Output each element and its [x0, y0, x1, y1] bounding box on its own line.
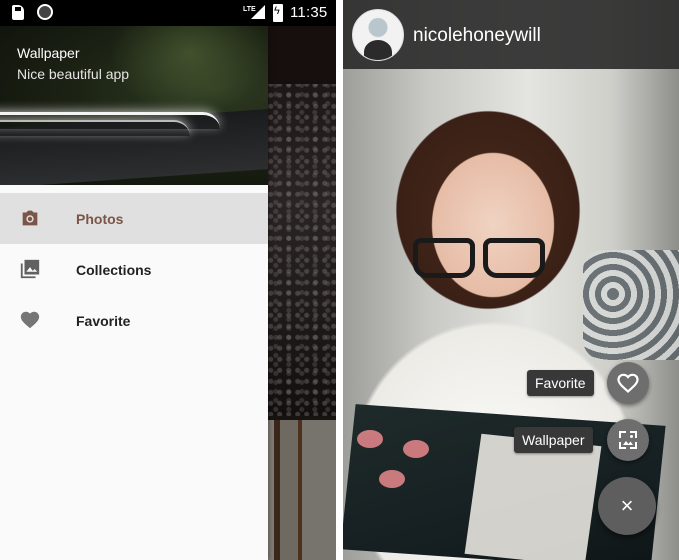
photo-book-flower: [403, 440, 429, 458]
favorite-fab-label: Favorite: [527, 370, 594, 396]
status-time: 11:35: [290, 4, 328, 21]
drawer-item-photos[interactable]: Photos: [0, 193, 268, 244]
heart-outline-icon: [617, 373, 639, 393]
sd-card-icon: [12, 5, 24, 20]
drawer-header: Wallpaper Nice beautiful app: [0, 26, 268, 185]
photographer-username[interactable]: nicolehoneywill: [413, 25, 541, 47]
drawer-item-collections[interactable]: Collections: [0, 244, 268, 295]
camera-icon: [22, 210, 38, 226]
set-wallpaper-fab-button[interactable]: [607, 419, 649, 461]
header-light-trail-2: [0, 120, 190, 136]
photo-book-flower: [357, 430, 383, 448]
drawer-item-label: Collections: [76, 262, 152, 278]
right-phone-screen: nicolehoneywill Favorite Wallpaper ×: [343, 0, 679, 560]
drawer-item-label: Photos: [76, 211, 124, 227]
heart-icon: [20, 311, 40, 329]
favorite-fab-button[interactable]: [607, 362, 649, 404]
wallpaper-fab-label: Wallpaper: [514, 427, 593, 453]
left-phone-screen: LTE 11:35 Wallpaper Nice beautiful app P…: [0, 0, 336, 560]
drawer-scrim[interactable]: [268, 26, 336, 560]
drawer-app-subtitle: Nice beautiful app: [17, 66, 130, 82]
battery-charging-icon: [273, 4, 283, 22]
photo-book-flower: [379, 470, 405, 488]
drawer-item-favorite[interactable]: Favorite: [0, 295, 268, 346]
drawer-item-label: Favorite: [76, 313, 131, 329]
drawer-menu: Photos Collections Favorite: [0, 193, 268, 346]
sync-icon: [37, 4, 53, 20]
wallpaper-icon: [619, 431, 637, 449]
drawer-app-title: Wallpaper: [17, 45, 80, 61]
header-trees: [110, 26, 268, 116]
close-fab-button[interactable]: ×: [598, 477, 656, 535]
photographer-bar: nicolehoneywill: [343, 0, 679, 69]
navigation-drawer: Wallpaper Nice beautiful app Photos Coll…: [0, 26, 268, 560]
collections-icon: [20, 259, 40, 279]
signal-icon: [251, 5, 265, 19]
photo-glasses: [413, 238, 545, 278]
avatar[interactable]: [352, 9, 404, 61]
status-bar: LTE 11:35: [0, 0, 336, 26]
photo-pillow: [583, 250, 679, 360]
